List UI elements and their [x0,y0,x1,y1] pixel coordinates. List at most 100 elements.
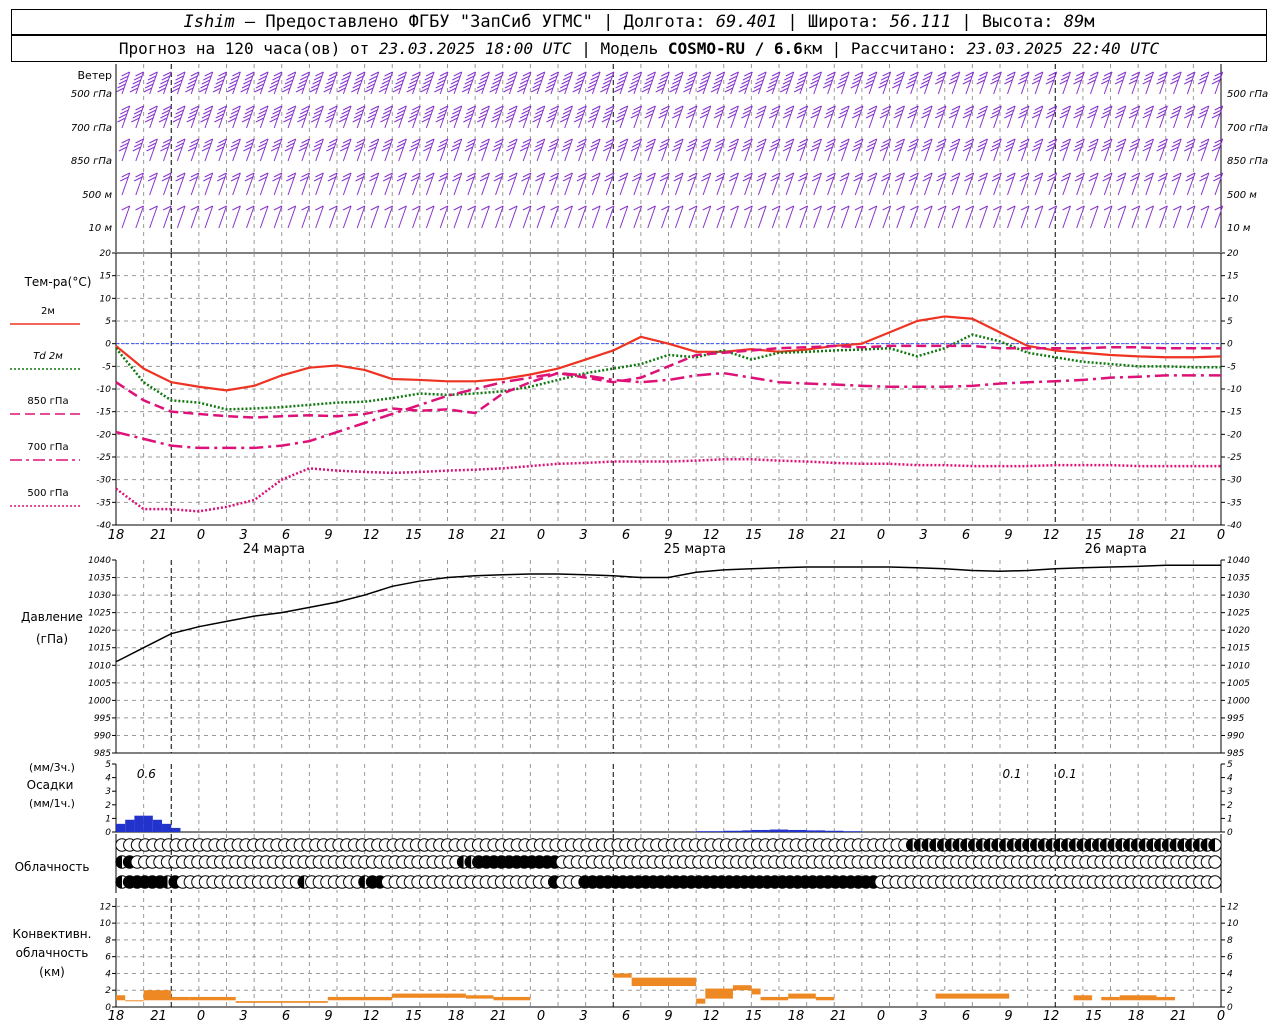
wind-barb [683,71,698,95]
conv-bar [613,973,632,978]
wind-barb [768,138,781,162]
ytick-label-right-conv: 12 [1227,902,1239,912]
wind-barb [258,172,269,196]
wind-barb [1089,205,1099,229]
wind-barb [218,205,228,229]
conv-bar [815,996,835,1001]
wind-barb [409,138,421,162]
precip-bar [732,830,743,832]
time-label-bottom: 6 [282,1009,290,1024]
wind-barb [269,105,283,129]
wind-barb [507,172,518,196]
time-label-top: 3 [919,528,927,543]
ytick-label-left-prec: 3 [105,787,111,797]
wind-barb [618,172,629,196]
wind-barb [464,138,477,162]
time-label-top: 18 [108,528,125,543]
wind-barb [475,71,490,95]
wind-barb [658,138,670,162]
wind-barb [647,205,656,229]
time-label-bottom: 3 [919,1009,927,1024]
wind-barb [687,172,698,196]
wind-barb [644,105,656,129]
time-label-top: 0 [1217,528,1225,543]
conv-bar [1156,996,1175,1001]
wind-barb [449,105,463,129]
precip-unit-bottom: (мм/1ч.) [29,797,75,810]
wind-barb [907,138,919,162]
wind-barb [631,172,643,196]
wind-barb [132,138,145,162]
wind-barb [323,71,338,95]
wind-barb [257,138,269,162]
wind-barb [241,105,255,129]
ytick-label-left-pres: 1010 [88,661,111,671]
time-label-bottom: 9 [1004,1009,1012,1024]
wind-barb [337,71,352,95]
wind-barb [324,105,338,129]
wind-barb [840,205,850,229]
wind-barb [309,71,324,95]
wind-barb [186,105,200,129]
time-label-top: 3 [239,528,247,543]
time-label-top: 15 [1085,528,1102,543]
wind-barb [948,105,961,129]
conv-bar [1073,995,1093,1001]
wind-barb [407,105,421,129]
day-label: 26 марта [1085,542,1147,557]
wind-level-label: 500 гПа [71,89,112,100]
wind-barb [506,138,518,162]
wind-barb [921,138,933,162]
wind-barb [425,205,435,229]
wind-barb [560,105,573,129]
wind-barb [504,105,518,129]
wind-barb [892,71,905,95]
wind-barb [604,172,615,196]
wind-barb [702,205,712,229]
wind-barb [522,205,532,229]
wind-barb [341,172,352,196]
wind-barb [851,105,864,129]
ytick-label-right-pres: 1000 [1227,696,1250,706]
wind-level-label-right: 850 гПа [1227,156,1268,167]
wind-barb [243,138,255,162]
ytick-label-left-pres: 1000 [88,696,111,706]
wind-barb [782,105,795,129]
wind-barb [230,172,241,196]
time-label-top: 0 [197,528,205,543]
wind-barb [301,205,311,229]
wind-barb [452,172,463,196]
wind-barb [1128,138,1141,162]
wind-barb [564,205,573,229]
wind-barb [1114,71,1127,95]
wind-barb [976,138,988,162]
wind-barb [810,105,822,129]
temp-legend-label: 500 гПа [27,488,68,499]
wind-barb [1128,105,1141,129]
wind-barb [1087,138,1099,162]
wind-barb [601,105,615,129]
wind-barb [752,71,767,95]
wind-barb [838,105,850,129]
precip-bar [705,831,715,832]
wind-level-label: 500 м [82,190,112,201]
wind-barb [701,172,712,196]
temp-legend-label: Td 2м [33,351,63,362]
wind-barb [490,105,504,129]
precip-annotation: 0.6 [137,767,156,781]
conv-bar [143,990,172,1001]
wind-barb [962,105,975,129]
wind-barb [922,172,933,196]
wind-barb [1184,138,1196,162]
wind-barb [824,105,836,129]
wind-barb [245,205,255,229]
wind-barb [189,172,200,196]
wind-barb [896,205,905,229]
precip-bar [815,830,826,832]
wind-barb [315,205,324,229]
ytick-label-right-prec: 1 [1227,814,1233,824]
ytick-label-right-pres: 985 [1227,749,1244,759]
wind-barb [602,138,615,162]
wind-barb [521,172,532,196]
wind-barb [793,71,809,95]
